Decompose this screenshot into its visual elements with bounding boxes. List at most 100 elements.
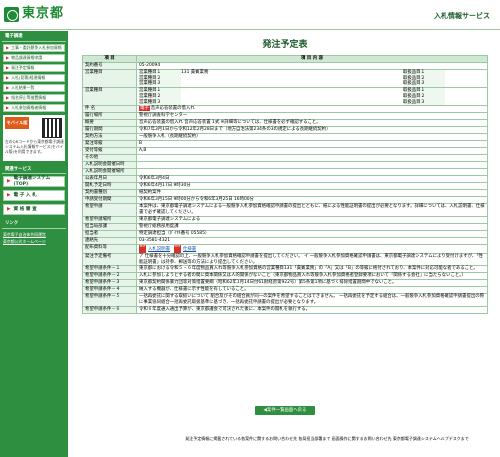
- row-value: PDF入札説明書PDF仕様書: [136, 243, 488, 254]
- table-row: 発注予定備考ア 仕様書を十分確認の上、一般競争入札参加資格確認申請書を提出してく…: [82, 252, 488, 267]
- table-row: 履行場所 警視庁調査科学センター: [82, 112, 488, 121]
- row-label: 連絡先: [82, 236, 137, 245]
- sidebar-item-bid-progress[interactable]: ▶ 入札(見積)経過情報: [3, 73, 65, 82]
- row-value: 営業種目１ 取扱品目１ 営業種目２ 取扱品目２ 営業種目３ 取扱品目３: [136, 87, 488, 107]
- arrow-icon: ▶: [7, 192, 11, 198]
- main-content: 発注予定表 項 目 項 目 内 容 契約番号 05-20094 営業種目 営業種目１ 1…: [70, 31, 500, 457]
- qualification-review-button[interactable]: ▶ 資 格 審 査: [3, 204, 65, 216]
- detail-table: 項 目 項 目 内 容 契約番号 05-20094 営業種目 営業種目１ 131 貴賓業…: [82, 55, 488, 314]
- row-value: 令和6年3月15日 9時00分から令和6年3月25日 16時00分: [136, 196, 488, 205]
- row-label: 契約書種別: [82, 189, 137, 198]
- row-value: [136, 154, 488, 163]
- link-tokyo-official[interactable]: 東京都公式ホームページ: [0, 238, 68, 245]
- value-text: 警視庁総務部用度課: [139, 223, 179, 229]
- row-label: 入札説明会開催場所: [82, 168, 137, 177]
- mobile-box: モバイル版 左のQRコードから東京都電子調達システム入札情報サービス(モバイル版…: [3, 114, 65, 161]
- row-value: 令和6年3月4日: [136, 175, 488, 184]
- row-value: 警視庁調査科学センター: [136, 112, 488, 121]
- value-text: 東京都における令和５・６年度物品買入れ等競争入札参加資格の営業種目131「貴賓業…: [139, 266, 478, 272]
- table-row: 契約書種別 紙契約案件: [82, 189, 488, 198]
- status-badge: 電子: [139, 106, 150, 112]
- footer: 発注予定情報に掲載されている各案件に関するお問い合わせ先 各局担当部署まで 画面…: [185, 436, 469, 441]
- arrow-icon: ▶: [6, 55, 10, 61]
- row-label: 発注等級: [82, 140, 137, 149]
- table-header-row: 項 目 項 目 内 容: [82, 55, 488, 63]
- value-text: 05-20094: [139, 63, 161, 68]
- arrow-icon: ▶: [6, 105, 10, 111]
- row-label: 履行場所: [82, 112, 137, 121]
- value-text: 本案件は、東京都電子調達システムによる一般競争入札参加資格確認申請書の提出ととも…: [139, 204, 485, 216]
- table-row: 入札説明会開催日時: [82, 161, 488, 170]
- value-text: 令和7年3月1日から令和12年2月28日まで（地方自治法第234条の3の規定によ…: [139, 127, 331, 133]
- pdf-icon[interactable]: PDF: [173, 244, 181, 253]
- table-row: 希望申請条件－１ 東京都における令和５・６年度物品買入れ等競争入札参加資格の営業種…: [82, 265, 488, 274]
- value-text: B: [139, 141, 143, 147]
- table-row: その他: [82, 154, 488, 163]
- table-row: 希望申請 本案件は、東京都電子調達システムによる一般競争入札参加資格確認申請書の提…: [82, 203, 488, 217]
- mobile-title[interactable]: モバイル版: [5, 116, 29, 129]
- row-label: 担当者: [82, 229, 137, 238]
- row-label: 件 名: [82, 105, 137, 114]
- sidebar: 電子調達 ▶ 工事・委託競争入札参加資格 ▶ 物品調達資格申請 ▶ 発注予定情報 ▶ 入…: [0, 31, 68, 457]
- table-row: 発注等級 B: [82, 140, 488, 149]
- table-row: 希望申請条件－６ 令和６年度通入通出予算が、東京都議会で可決された後に、本案件の開…: [82, 305, 488, 314]
- row-value: 本案件は、東京都電子調達システムによる一般競争入札参加資格確認申請書の提出ととも…: [136, 203, 488, 217]
- pdf-icon[interactable]: PDF: [139, 244, 146, 253]
- sub-label-right: 取扱品目３: [403, 99, 445, 106]
- page-title: 発注予定表: [262, 40, 308, 50]
- e-bidding-button[interactable]: ▶ 電 子 入 札: [3, 190, 65, 202]
- row-value: 令和６年度通入通出予算が、東京都議会で可決された後に、本案件の開札を執行する。: [136, 305, 488, 314]
- sidebar-item-qualified-bidders[interactable]: ▶ 入札参加資格者情報: [3, 103, 65, 112]
- value-text: ア 仕様書を十分確認の上、一般競争入札参加資格確認申請書を提出してください。 イ…: [139, 253, 483, 265]
- sidebar-item-bid-results[interactable]: ▶ 入札結果一覧: [3, 83, 65, 92]
- arrow-icon: ▶: [6, 75, 10, 81]
- row-label: 受付等級: [82, 147, 137, 156]
- sidebar-item-goods-qualification[interactable]: ▶ 物品調達資格申請: [3, 53, 65, 62]
- row-value: A,B: [136, 147, 488, 156]
- document-link[interactable]: 仕様書: [183, 247, 196, 252]
- table-row: 希望申請場所 東京都電子調達システムによる: [82, 215, 488, 224]
- sidebar-item-contract-qualification[interactable]: ▶ 工事・委託競争入札参加資格: [3, 43, 65, 52]
- back-to-list-button[interactable]: ◀ 案件一覧画面へ戻る: [255, 406, 315, 415]
- row-label: 配布資料等: [82, 243, 137, 254]
- row-label: 公表年月日: [82, 175, 137, 184]
- value-text: 東京都電子調達システムによる: [139, 216, 201, 222]
- row-label: 開札予定日時: [82, 182, 137, 191]
- row-label: 営業種目: [82, 87, 137, 107]
- sidebar-item-suspension[interactable]: ▶ 指名停止等措置情報: [3, 93, 65, 102]
- row-value: 03-3581-4321: [136, 236, 488, 245]
- value-text: A,B: [139, 148, 147, 154]
- e-procurement-top-button[interactable]: ▶ 電子調達システム(TOP): [3, 176, 65, 188]
- table-row: 希望申請条件－５ 一括再委託に関する取扱いについて 組合及びその組合員が同一の案件…: [82, 293, 488, 307]
- sidebar-item-order-schedule[interactable]: ▶ 発注予定情報: [3, 63, 65, 72]
- table-row: 申請受付期間 令和6年3月15日 9時00分から令和6年3月25日 16時00分: [82, 196, 488, 205]
- row-label: 希望申請: [82, 203, 137, 217]
- row-value: [136, 168, 488, 177]
- tokyo-logo[interactable]: 東京都: [4, 6, 64, 23]
- sidebar-heading: 電子調達: [2, 31, 66, 42]
- table-row: 希望申請条件－３ 東京都契約関係暴力団等対策措置要綱（昭和62年1月14日付61財…: [82, 279, 488, 288]
- arrow-icon: ▶: [6, 45, 10, 51]
- sub-value: [181, 81, 403, 87]
- value-text: 入札に参加しようとする者の間に資本関係又は人的関係がないこと（東京都物品買入れ等…: [139, 273, 466, 279]
- table-row: 契約方法 一般競争入札（長期継続契約）: [82, 133, 488, 142]
- table-row: 件 名電子 音声応答装置の借入れ: [82, 105, 488, 114]
- row-value: 紙契約案件: [136, 189, 488, 198]
- value-text: 一括再委託に関する取扱いについて 組合及びその組合員が同一の案件を希望することは…: [139, 294, 485, 306]
- link-joint-operation[interactable]: 東京電子自治体共同運営: [0, 231, 68, 238]
- service-title: 入札情報サービス: [434, 12, 490, 20]
- row-value: 音声応答装置の借入れ 音声応答装置 1式 ※詳細等については、仕様書を必ず確認す…: [136, 119, 488, 128]
- value-text: 音声応答装置の借入れ: [150, 106, 195, 112]
- qr-code-icon: [42, 117, 62, 138]
- row-value: 電子 音声応答装置の借入れ: [136, 105, 488, 114]
- row-label: 希望申請条件－１: [82, 265, 137, 274]
- document-link[interactable]: 入札説明書: [148, 247, 170, 252]
- table-row: 公表年月日 令和6年3月4日: [82, 175, 488, 184]
- row-value: ア 仕様書を十分確認の上、一般競争入札参加資格確認申請書を提出してください。 イ…: [136, 252, 488, 267]
- mobile-text: 左のQRコードから東京都電子調達システム入札情報サービス(モバイル版)を利用でき…: [5, 138, 64, 154]
- table-body: 契約番号 05-20094 営業種目 営業種目１ 131 貴賓業務 取扱品目１ 営業種目２ 取…: [82, 62, 488, 314]
- row-value: 警視庁総務部用度課: [136, 222, 488, 231]
- row-label: 担当局部課: [82, 222, 137, 231]
- sub-label: 営業種目３: [139, 99, 181, 106]
- row-value: B: [136, 140, 488, 149]
